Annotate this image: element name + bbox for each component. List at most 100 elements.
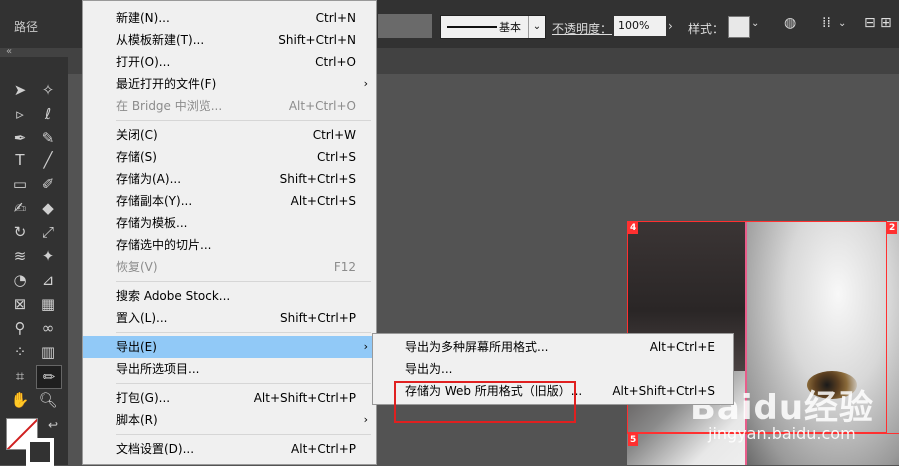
magic-wand-icon[interactable]: ✧ bbox=[36, 79, 60, 101]
menu-item-label: 文档设置(D)... bbox=[116, 442, 195, 456]
menu-item-label: 存储选中的切片... bbox=[116, 238, 212, 252]
menu-item-label: 脚本(R) bbox=[116, 413, 158, 427]
menu-item-label: 存储为(A)... bbox=[116, 172, 182, 186]
rotate-tool-icon[interactable]: ↻ bbox=[8, 221, 32, 243]
chevron-right-icon: › bbox=[363, 340, 368, 353]
menu-item-browse-in-bridge: 在 Bridge 中浏览... Alt+Ctrl+O bbox=[83, 95, 376, 117]
menu-item-label: 关闭(C) bbox=[116, 128, 158, 142]
menu-item-shortcut: Shift+Ctrl+P bbox=[280, 311, 356, 325]
menu-item-shortcut: F12 bbox=[333, 260, 356, 274]
swap-fill-stroke-icon[interactable]: ↩ bbox=[48, 418, 58, 432]
mesh-tool-icon[interactable]: ⊠ bbox=[8, 293, 32, 315]
menu-separator bbox=[116, 281, 371, 282]
graphic-style-swatch[interactable] bbox=[728, 16, 750, 38]
hand-tool-icon[interactable]: ✋ bbox=[8, 389, 32, 411]
slice-number-badge[interactable]: 5 bbox=[628, 434, 639, 446]
shaper-tool-icon[interactable]: ✍ bbox=[8, 197, 32, 219]
menu-separator bbox=[116, 383, 371, 384]
menu-item-label: 置入(L)... bbox=[116, 311, 168, 325]
submenu-item-export-as[interactable]: 导出为... bbox=[373, 358, 733, 380]
menu-item-save-as[interactable]: 存储为(A)... Shift+Ctrl+S bbox=[83, 168, 376, 190]
file-menu: 新建(N)... Ctrl+N 从模板新建(T)... Shift+Ctrl+N 打… bbox=[82, 0, 377, 465]
line-tool-icon[interactable]: ╱ bbox=[36, 149, 60, 171]
scale-tool-icon[interactable]: ⤢ bbox=[36, 221, 60, 243]
direct-selection-icon[interactable]: ▹ bbox=[8, 103, 32, 125]
slice-number-badge[interactable]: 2 bbox=[887, 222, 898, 234]
gradient-tool-icon[interactable]: ▦ bbox=[36, 293, 60, 315]
paintbrush-icon[interactable]: ✐ bbox=[36, 173, 60, 195]
menu-item-new[interactable]: 新建(N)... Ctrl+N bbox=[83, 7, 376, 29]
lasso-icon[interactable]: ℓ bbox=[36, 103, 60, 125]
menu-item-label: 最近打开的文件(F) bbox=[116, 77, 217, 91]
slice-number-badge[interactable]: 4 bbox=[628, 222, 639, 234]
menu-item-place[interactable]: 置入(L)... Shift+Ctrl+P bbox=[83, 307, 376, 329]
menu-item-label: 存储为模板... bbox=[116, 216, 188, 230]
menu-item-search-adobe-stock[interactable]: 搜索 Adobe Stock... bbox=[83, 285, 376, 307]
width-tool-icon[interactable]: ≋ bbox=[8, 245, 32, 267]
eraser-icon[interactable]: ◆ bbox=[36, 197, 60, 219]
pen-tool-icon[interactable]: ✒ bbox=[8, 127, 32, 149]
menu-item-export[interactable]: 导出(E) › bbox=[83, 336, 376, 358]
chevron-right-icon[interactable]: › bbox=[668, 16, 682, 36]
menu-item-close[interactable]: 关闭(C) Ctrl+W bbox=[83, 124, 376, 146]
menu-item-label: 在 Bridge 中浏览... bbox=[116, 99, 223, 113]
stroke-swatch[interactable] bbox=[26, 438, 54, 466]
menu-item-shortcut: Ctrl+S bbox=[316, 150, 356, 164]
menu-item-document-setup[interactable]: 文档设置(D)... Alt+Ctrl+P bbox=[83, 438, 376, 460]
column-graph-icon[interactable]: ▥ bbox=[36, 341, 60, 363]
menu-separator bbox=[116, 120, 371, 121]
menu-item-label: 导出(E) bbox=[116, 340, 157, 354]
artboard-tool-icon[interactable]: ⌗ bbox=[8, 365, 32, 387]
tools-panel: ➤ ✧ ▹ ℓ ✒ ✎ T ╱ ▭ ✐ ✍ ◆ ↻ ⤢ ≋ ✦ ◔ ⊿ ⊠ ▦ … bbox=[0, 57, 68, 465]
chevron-down-icon[interactable]: ⌄ bbox=[751, 18, 759, 29]
menu-item-open[interactable]: 打开(O)... Ctrl+O bbox=[83, 51, 376, 73]
menu-item-shortcut: Ctrl+N bbox=[315, 11, 356, 25]
chevron-down-icon[interactable]: ⌄ bbox=[528, 16, 545, 38]
stroke-profile-select[interactable]: 基本 ⌄ bbox=[440, 15, 546, 39]
menu-separator bbox=[116, 332, 371, 333]
selection-tool-icon[interactable]: ➤ bbox=[8, 79, 32, 101]
stroke-profile-label: 基本 bbox=[499, 21, 521, 34]
menu-item-scripts[interactable]: 脚本(R) › bbox=[83, 409, 376, 431]
align-icon[interactable]: ⊟ bbox=[864, 15, 876, 31]
menu-item-label: 恢复(V) bbox=[116, 260, 158, 274]
menu-item-recent-files[interactable]: 最近打开的文件(F) › bbox=[83, 73, 376, 95]
slice-tool-icon[interactable]: ✏ bbox=[36, 365, 62, 389]
puppet-warp-icon[interactable]: ✦ bbox=[36, 245, 60, 267]
blend-tool-icon[interactable]: ∞ bbox=[36, 317, 60, 339]
annotation-highlight-box bbox=[394, 381, 576, 423]
submenu-item-export-for-screens[interactable]: 导出为多种屏幕所用格式... Alt+Ctrl+E bbox=[373, 336, 733, 358]
menu-item-export-selection[interactable]: 导出所选项目... bbox=[83, 358, 376, 380]
menu-item-save-as-template[interactable]: 存储为模板... bbox=[83, 212, 376, 234]
eyedropper-icon[interactable]: ⚲ bbox=[8, 317, 32, 339]
chevron-down-icon[interactable]: ⌄ bbox=[838, 18, 846, 29]
distribute-icon[interactable]: ⊞ bbox=[880, 15, 892, 31]
opacity-input[interactable]: 100% bbox=[614, 16, 666, 36]
menu-item-package[interactable]: 打包(G)... Alt+Shift+Ctrl+P bbox=[83, 387, 376, 409]
menu-item-save[interactable]: 存储(S) Ctrl+S bbox=[83, 146, 376, 168]
shape-builder-icon[interactable]: ◔ bbox=[8, 269, 32, 291]
align-grid-icon[interactable]: ⁞⁞ bbox=[822, 15, 831, 31]
menu-item-new-from-template[interactable]: 从模板新建(T)... Shift+Ctrl+N bbox=[83, 29, 376, 51]
menu-item-shortcut: Alt+Ctrl+S bbox=[290, 194, 356, 208]
zoom-tool-icon[interactable]: 🔍︎ bbox=[36, 389, 60, 411]
menu-item-save-selected-slices[interactable]: 存储选中的切片... bbox=[83, 234, 376, 256]
type-tool-icon[interactable]: T bbox=[8, 149, 32, 171]
menu-item-revert: 恢复(V) F12 bbox=[83, 256, 376, 278]
curvature-tool-icon[interactable]: ✎ bbox=[36, 127, 60, 149]
rectangle-tool-icon[interactable]: ▭ bbox=[8, 173, 32, 195]
menu-item-label: 导出为... bbox=[405, 362, 453, 376]
chevron-right-icon: › bbox=[363, 413, 368, 426]
menu-item-shortcut: Alt+Shift+Ctrl+P bbox=[253, 391, 356, 405]
collapse-panel-icon[interactable]: « bbox=[6, 46, 12, 57]
menu-item-label: 打包(G)... bbox=[116, 391, 171, 405]
menu-item-shortcut: Alt+Shift+Ctrl+S bbox=[612, 384, 715, 398]
perspective-grid-icon[interactable]: ⊿ bbox=[36, 269, 60, 291]
menu-item-label: 导出为多种屏幕所用格式... bbox=[405, 340, 549, 354]
opacity-label[interactable]: 不透明度： bbox=[552, 20, 612, 37]
menu-item-save-copy[interactable]: 存储副本(Y)... Alt+Ctrl+S bbox=[83, 190, 376, 212]
fill-color-swatch[interactable] bbox=[378, 14, 432, 38]
recolor-artwork-icon[interactable]: ◍ bbox=[784, 15, 796, 31]
chevron-right-icon: › bbox=[363, 77, 368, 90]
symbol-sprayer-icon[interactable]: ⁘ bbox=[8, 341, 32, 363]
